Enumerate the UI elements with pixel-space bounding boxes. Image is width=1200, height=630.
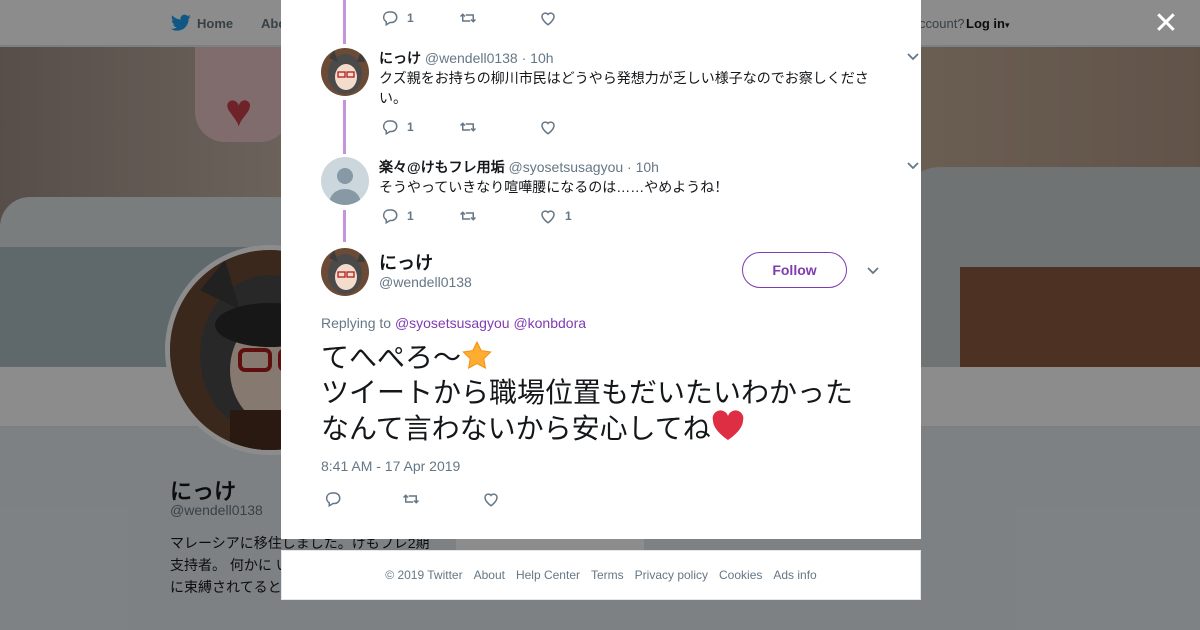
main-tweet-text: てへぺろ〜 ツイートから職場位置もだいたいわかった なんて言わないから安心してね <box>321 340 881 446</box>
like-icon <box>541 210 555 224</box>
footer-help-link[interactable]: Help Center <box>516 568 580 582</box>
reply-action[interactable] <box>324 489 342 509</box>
main-tweet-timestamp[interactable]: 8:41 AM - 17 Apr 2019 <box>321 458 460 474</box>
reply-tweet[interactable]: にっけ @wendell0138 · 10h クズ親をお持ちの柳川市民はどうやら… <box>321 48 919 108</box>
tweet-actions: 1 <box>381 117 681 137</box>
replying-to: Replying to @syosetsusagyou @konbdora <box>321 315 586 331</box>
retweet-icon <box>459 211 477 221</box>
main-tweet-actions <box>321 489 621 509</box>
tweet-actions: 1 1 <box>381 206 681 226</box>
reply-time[interactable]: · 10h <box>627 159 659 175</box>
retweet-action[interactable] <box>459 8 477 28</box>
like-action[interactable] <box>482 489 500 509</box>
footer-copyright: © 2019 Twitter <box>385 568 463 582</box>
reply-author-name[interactable]: 楽々@けもフレ用垢 <box>379 159 505 175</box>
main-tweet-line: なんて言わないから安心してね <box>321 413 711 444</box>
footer-ads-link[interactable]: Ads info <box>773 568 816 582</box>
main-tweet-avatar-image <box>321 248 369 296</box>
reply-time[interactable]: · 10h <box>522 50 554 66</box>
chevron-down-icon[interactable] <box>866 264 880 278</box>
footer-privacy-link[interactable]: Privacy policy <box>635 568 708 582</box>
retweet-icon <box>459 13 477 23</box>
reply-count: 1 <box>407 11 414 25</box>
like-action[interactable] <box>539 8 557 28</box>
reply-icon <box>382 120 398 136</box>
reply-author-handle[interactable]: @wendell0138 <box>425 50 518 66</box>
like-icon <box>541 121 555 135</box>
reply-author-handle[interactable]: @syosetsusagyou <box>509 159 624 175</box>
like-action[interactable] <box>539 117 557 137</box>
replying-to-prefix: Replying to <box>321 315 395 331</box>
like-action[interactable]: 1 <box>539 206 572 226</box>
retweet-action[interactable] <box>459 117 477 137</box>
default-avatar-icon <box>321 157 369 205</box>
retweet-icon <box>402 494 420 504</box>
reply-count: 1 <box>407 120 414 134</box>
like-count: 1 <box>565 209 572 223</box>
reply-avatar-image <box>321 48 369 96</box>
main-tweet-author-handle[interactable]: @wendell0138 <box>379 274 472 290</box>
reply-icon <box>382 11 398 27</box>
modal-footer: © 2019 Twitter About Help Center Terms P… <box>281 550 921 600</box>
mention-link[interactable]: @konbdora <box>513 315 586 331</box>
footer-terms-link[interactable]: Terms <box>591 568 624 582</box>
tweet-modal: 1 にっけ @wendell0138 · 10h クズ親をお持ちの柳川市民はどう… <box>281 0 921 539</box>
reply-icon <box>382 209 398 225</box>
main-tweet-line: てへぺろ〜 <box>321 342 462 373</box>
main-tweet-line: ツイートから職場位置もだいたいわかった <box>321 377 854 408</box>
like-icon <box>541 12 555 26</box>
reply-action[interactable]: 1 <box>381 117 414 137</box>
like-icon <box>484 493 498 507</box>
retweet-icon <box>459 122 477 132</box>
retweet-action[interactable] <box>459 206 477 226</box>
footer-cookies-link[interactable]: Cookies <box>719 568 762 582</box>
main-tweet-author-name[interactable]: にっけ <box>379 249 433 275</box>
reply-author-name[interactable]: にっけ <box>379 50 421 66</box>
heart-emoji-icon <box>712 410 744 440</box>
retweet-action[interactable] <box>402 489 420 509</box>
thread-connector <box>343 100 346 154</box>
close-icon[interactable]: ✕ <box>1152 9 1180 39</box>
reply-avatar[interactable] <box>321 48 369 96</box>
reply-text: そうやっていきなり喧嘩腰になるのは……やめようね！ <box>379 179 729 195</box>
chevron-down-icon[interactable] <box>906 159 920 173</box>
reply-tweet[interactable]: 楽々@けもフレ用垢 @syosetsusagyou · 10h そうやっていきな… <box>321 157 919 207</box>
footer-about-link[interactable]: About <box>474 568 505 582</box>
reply-header: 楽々@けもフレ用垢 @syosetsusagyou · 10h <box>379 157 659 177</box>
chevron-down-icon[interactable] <box>906 50 920 64</box>
star-emoji-icon <box>462 340 492 370</box>
tweet-actions: 1 <box>381 8 681 28</box>
reply-avatar[interactable] <box>321 157 369 205</box>
mention-link[interactable]: @syosetsusagyou <box>395 315 510 331</box>
thread-connector <box>343 0 346 44</box>
thread-connector <box>343 210 346 242</box>
reply-text: クズ親をお持ちの柳川市民はどうやら発想力が乏しい様子なのでお察しください。 <box>379 70 869 106</box>
reply-count: 1 <box>407 209 414 223</box>
reply-action[interactable]: 1 <box>381 206 414 226</box>
reply-header: にっけ @wendell0138 · 10h <box>379 48 554 68</box>
reply-icon <box>325 492 341 508</box>
follow-button[interactable]: Follow <box>742 252 847 288</box>
reply-action[interactable]: 1 <box>381 8 414 28</box>
main-tweet-avatar[interactable] <box>321 248 369 296</box>
